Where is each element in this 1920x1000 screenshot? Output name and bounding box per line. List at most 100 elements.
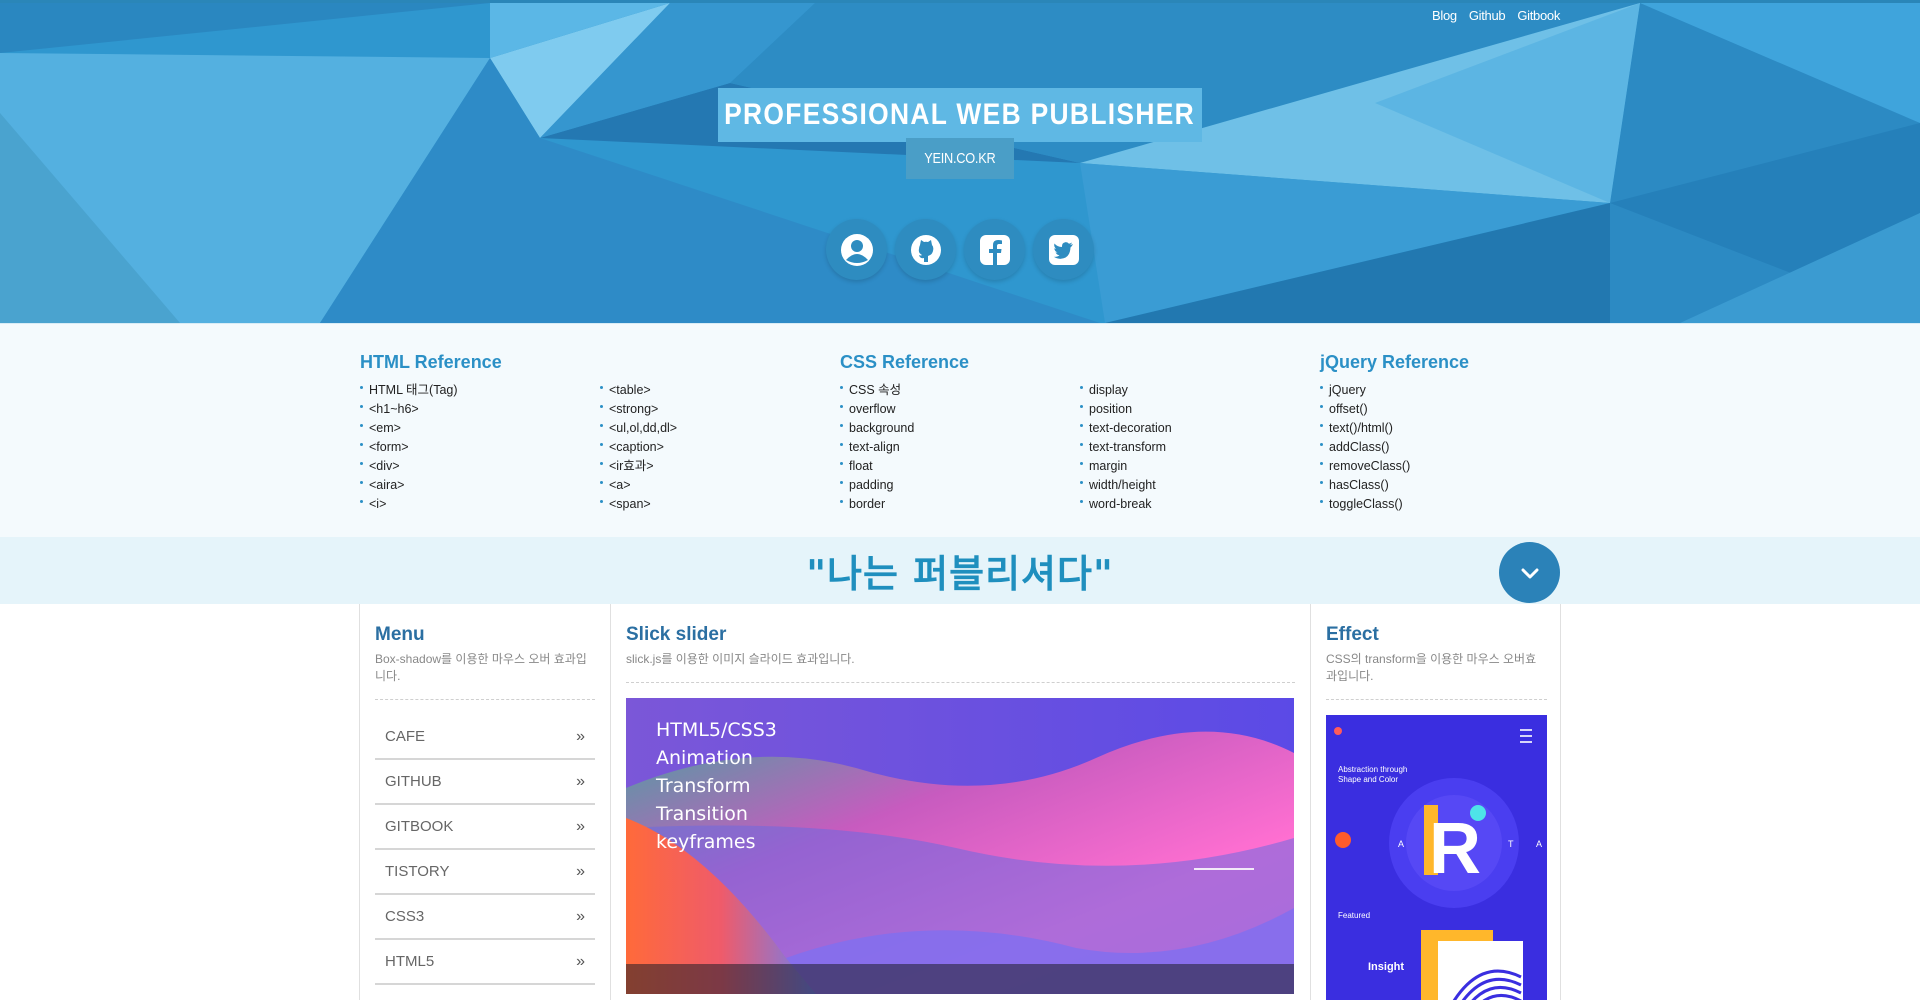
jquery-reference-list: jQuery offset() text()/html() addClass()…: [1320, 381, 1410, 514]
reference-item[interactable]: <span>: [600, 495, 677, 514]
slider-caption-line: Transform: [656, 775, 751, 797]
reference-item[interactable]: padding: [840, 476, 914, 495]
reference-item[interactable]: <aira>: [360, 476, 458, 495]
menu-item-tistory[interactable]: TISTORY »: [375, 850, 595, 895]
reference-item[interactable]: text-align: [840, 438, 914, 457]
reference-item[interactable]: word-break: [1080, 495, 1172, 514]
menu-item-github[interactable]: GITHUB »: [375, 760, 595, 805]
reference-item[interactable]: <caption>: [600, 438, 677, 457]
menu-item-css3[interactable]: CSS3 »: [375, 895, 595, 940]
reference-item[interactable]: offset(): [1320, 400, 1410, 419]
slider-description: slick.js를 이용한 이미지 슬라이드 효과입니다.: [626, 651, 1295, 683]
double-chevron-right-icon: »: [576, 862, 585, 880]
reference-item[interactable]: text-decoration: [1080, 419, 1172, 438]
reference-item[interactable]: hasClass(): [1320, 476, 1410, 495]
menu-column: Menu Box-shadow를 이용한 마우스 오버 효과입니다. CAFE »…: [360, 604, 611, 1000]
site-subtitle-box[interactable]: YEIN.CO.KR: [906, 138, 1014, 179]
reference-item[interactable]: <ir효과>: [600, 457, 677, 476]
reference-item[interactable]: margin: [1080, 457, 1172, 476]
menu-list: CAFE » GITHUB » GITBOOK » TISTORY » CSS3 » HT…: [375, 715, 595, 985]
css-reference-list-1: CSS 속성 overflow background text-align fl…: [840, 381, 914, 514]
effect-card-heading-line: Shape and Color: [1338, 775, 1399, 784]
content-section: Menu Box-shadow를 이용한 마우스 오버 효과입니다. CAFE »…: [359, 604, 1561, 1000]
reference-item[interactable]: text()/html(): [1320, 419, 1410, 438]
slider-title: Slick slider: [626, 624, 727, 645]
svg-text:A: A: [1536, 839, 1542, 849]
reference-item[interactable]: jQuery: [1320, 381, 1410, 400]
effect-card-art: R A T A: [1326, 715, 1547, 1000]
effect-card-featured: Featured: [1338, 911, 1371, 920]
reference-item[interactable]: addClass(): [1320, 438, 1410, 457]
effect-column: Effect CSS의 transform을 이용한 마우스 오버효과입니다. …: [1311, 604, 1562, 1000]
jquery-reference: jQuery Reference: [1320, 352, 1469, 378]
svg-text:A: A: [1398, 839, 1404, 849]
reference-item[interactable]: position: [1080, 400, 1172, 419]
reference-item[interactable]: border: [840, 495, 914, 514]
effect-description: CSS의 transform을 이용한 마우스 오버효과입니다.: [1326, 651, 1547, 700]
reference-item[interactable]: removeClass(): [1320, 457, 1410, 476]
reference-item[interactable]: <i>: [360, 495, 458, 514]
scroll-down-button[interactable]: [1499, 542, 1560, 603]
reference-item[interactable]: background: [840, 419, 914, 438]
menu-item-label: CAFE: [385, 728, 426, 745]
reference-item[interactable]: width/height: [1080, 476, 1172, 495]
menu-item-label: GITBOOK: [385, 818, 454, 835]
site-title: PROFESSIONAL WEB PUBLISHER: [724, 98, 1196, 131]
reference-item[interactable]: <table>: [600, 381, 677, 400]
menu-description: Box-shadow를 이용한 마우스 오버 효과입니다.: [375, 651, 595, 700]
reference-item[interactable]: toggleClass(): [1320, 495, 1410, 514]
top-nav: Blog Github Gitbook: [1432, 8, 1560, 23]
html-reference-list-1: HTML 태그(Tag) <h1~h6> <em> <form> <div> <…: [360, 381, 458, 514]
double-chevron-right-icon: »: [576, 727, 585, 745]
reference-item[interactable]: <strong>: [600, 400, 677, 419]
reference-item[interactable]: display: [1080, 381, 1172, 400]
menu-item-label: HTML5: [385, 953, 435, 970]
header: Blog Github Gitbook PROFESSIONAL WEB PUB…: [0, 0, 1920, 323]
chevron-down-icon: [1521, 568, 1538, 578]
effect-card-insight: Insight: [1368, 961, 1405, 973]
reference-item[interactable]: float: [840, 457, 914, 476]
svg-text:R: R: [1429, 809, 1481, 889]
effect-card-heading: Abstraction through Shape and Color: [1338, 765, 1407, 785]
social-facebook-button[interactable]: [964, 219, 1025, 280]
effect-image[interactable]: R A T A Abstraction through Shape and Co…: [1326, 715, 1547, 1000]
top-link-gitbook[interactable]: Gitbook: [1517, 8, 1560, 23]
top-link-blog[interactable]: Blog: [1432, 8, 1457, 23]
github-icon: [910, 234, 941, 265]
effect-card-heading-line: Abstraction through: [1338, 765, 1408, 774]
reference-item[interactable]: CSS 속성: [840, 381, 914, 400]
double-chevron-right-icon: »: [576, 772, 585, 790]
site-title-box: PROFESSIONAL WEB PUBLISHER: [718, 88, 1202, 142]
slider-caption-line: keyframes: [656, 831, 756, 853]
slider-overlay-bar: [626, 964, 1294, 994]
effect-title: Effect: [1326, 624, 1379, 645]
slider-caption-line: Transition: [656, 803, 748, 825]
social-github-button[interactable]: [895, 219, 956, 280]
menu-item-html5[interactable]: HTML5 »: [375, 940, 595, 985]
menu-title: Menu: [375, 624, 425, 645]
menu-item-label: GITHUB: [385, 773, 442, 790]
reference-section: HTML Reference HTML 태그(Tag) <h1~h6> <em>…: [0, 323, 1920, 537]
menu-item-cafe[interactable]: CAFE »: [375, 715, 595, 760]
css-reference: CSS Reference: [840, 352, 969, 378]
reference-item[interactable]: <a>: [600, 476, 677, 495]
top-link-github[interactable]: Github: [1469, 8, 1506, 23]
reference-item[interactable]: <form>: [360, 438, 458, 457]
reference-item[interactable]: overflow: [840, 400, 914, 419]
jquery-reference-title: jQuery Reference: [1320, 352, 1470, 372]
social-twitter-button[interactable]: [1033, 219, 1094, 280]
reference-item[interactable]: <em>: [360, 419, 458, 438]
html-reference-title: HTML Reference: [360, 352, 502, 372]
reference-item[interactable]: text-transform: [1080, 438, 1172, 457]
slider-caption: HTML5/CSS3 Animation Transform Transitio…: [656, 716, 777, 856]
reference-item[interactable]: <h1~h6>: [360, 400, 458, 419]
reference-item[interactable]: <ul,ol,dd,dl>: [600, 419, 677, 438]
menu-item-gitbook[interactable]: GITBOOK »: [375, 805, 595, 850]
slider-image[interactable]: HTML5/CSS3 Animation Transform Transitio…: [626, 698, 1294, 994]
html-reference-list-2: <table> <strong> <ul,ol,dd,dl> <caption>…: [600, 381, 677, 514]
reference-item[interactable]: HTML 태그(Tag): [360, 381, 458, 400]
social-user-button[interactable]: [826, 219, 887, 280]
reference-item[interactable]: <div>: [360, 457, 458, 476]
facebook-icon: [979, 234, 1010, 265]
slider-column: Slick slider slick.js를 이용한 이미지 슬라이드 효과입니…: [611, 604, 1311, 1000]
